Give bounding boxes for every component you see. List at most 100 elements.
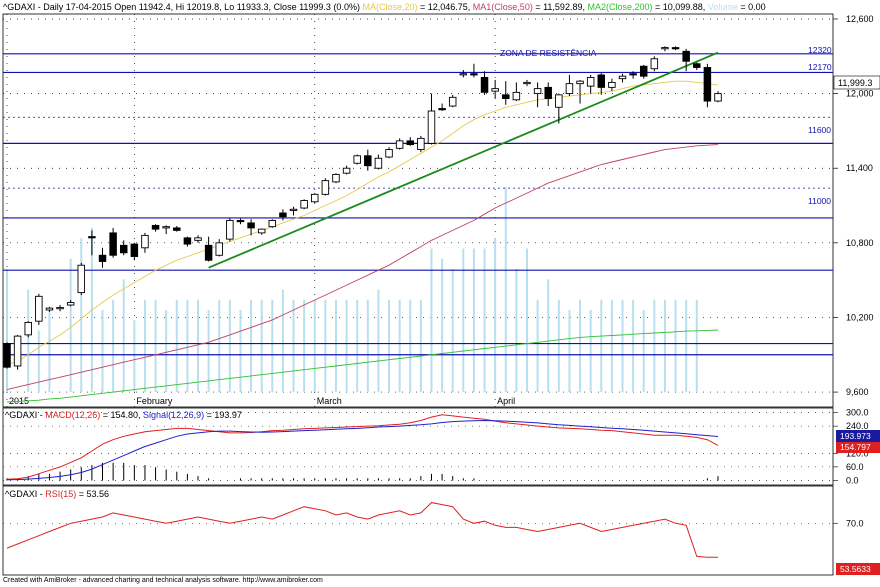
volume-bar — [409, 299, 412, 392]
volume-bar — [494, 238, 497, 392]
ma200-value: = 10,099.88, — [653, 2, 706, 12]
volume-bar — [313, 299, 316, 392]
rsi-y-tick-label: 70.0 — [846, 518, 864, 528]
volume-bar — [239, 310, 242, 392]
volume-value: = 0.00 — [738, 2, 766, 12]
candle-up — [523, 81, 531, 85]
macd-value: = 154.80, — [100, 410, 143, 420]
candle-down — [151, 224, 160, 230]
macd-y-tick-label: 60.0 — [846, 462, 864, 472]
macd-line — [6, 414, 719, 480]
volume-bar — [547, 279, 550, 392]
price-tag: 11,999.3 — [838, 78, 872, 88]
x-axis-label: February — [136, 396, 173, 406]
volume-bar — [632, 299, 635, 392]
volume-bar — [186, 299, 189, 392]
ma20-value: = 12,046.75, — [417, 2, 470, 12]
candle-down — [502, 94, 510, 100]
ma20-label: MA(Close,20) — [362, 2, 417, 12]
ma50-label: MA1(Close,50) — [473, 2, 533, 12]
candle-up — [448, 96, 457, 107]
volume-bar — [621, 299, 624, 392]
volume-bar — [133, 320, 136, 392]
price-y-tick-label: 12,600 — [846, 14, 874, 24]
candle-up — [512, 91, 521, 101]
candle-up — [162, 226, 170, 229]
volume-bar — [112, 299, 115, 392]
volume-bar — [579, 299, 582, 392]
candle-up — [608, 81, 616, 88]
volume-bar — [80, 238, 83, 392]
symbol-line: ^GDAXI - Daily 17-04-2015 Open 11942.4, … — [3, 2, 360, 12]
volume-bar — [101, 310, 104, 392]
volume-bar — [685, 299, 688, 392]
macd-y-tick-label: 240.0 — [846, 421, 869, 431]
candle-up — [661, 47, 669, 50]
resistance-zone-label: ZONA DE RESISTÊNCIA — [500, 48, 597, 58]
volume-bar — [27, 289, 30, 392]
candle-down — [130, 243, 139, 257]
candle-up — [417, 137, 425, 151]
volume-bar — [334, 299, 337, 392]
rsi-value: = 53.56 — [76, 489, 109, 499]
candle-up — [714, 93, 722, 102]
rsi-tag: 53.5633 — [840, 564, 871, 574]
candle-up — [565, 83, 574, 95]
volume-bar — [197, 299, 200, 392]
volume-bar — [610, 299, 613, 392]
candle-up — [311, 193, 319, 203]
macd-tag: 154.797 — [840, 442, 871, 452]
candle-down — [480, 76, 489, 93]
rsi-line — [6, 502, 719, 558]
volume-bar — [271, 299, 274, 392]
ma200-label: MA2(Close,200) — [587, 2, 652, 12]
candle-up — [342, 167, 351, 174]
ma50-value: = 11,592.89, — [533, 2, 585, 12]
macd-label: MACD(12,26) — [45, 410, 100, 420]
volume-bar — [165, 310, 168, 392]
candle-up — [35, 295, 43, 322]
candle-up — [650, 58, 659, 70]
candle-up — [533, 88, 542, 95]
candle-down — [183, 237, 192, 245]
candle-up — [215, 242, 223, 256]
volume-bar — [589, 310, 592, 392]
signal-value: = 193.97 — [204, 410, 242, 420]
price-y-tick-label: 11,400 — [846, 163, 873, 173]
candle-down — [629, 73, 637, 76]
volume-bar — [207, 310, 210, 392]
candle-up — [268, 219, 277, 228]
candle-up — [289, 208, 298, 211]
level-label-11000: 11000 — [808, 196, 831, 206]
volume-bar — [663, 299, 666, 392]
rsi-label: RSI(15) — [45, 489, 76, 499]
volume-bar — [122, 279, 125, 392]
candle-up — [141, 234, 149, 249]
price-header: ^GDAXI - Daily 17-04-2015 Open 11942.4, … — [3, 2, 766, 12]
candle-down — [671, 47, 680, 50]
candle-up — [374, 157, 383, 169]
volume-bar — [143, 299, 146, 392]
volume-bar — [377, 289, 380, 392]
volume-bar — [175, 299, 178, 392]
candle-down — [406, 140, 414, 146]
price-y-tick-label: 10,200 — [846, 312, 874, 322]
candle-up — [194, 237, 202, 241]
candle-down — [173, 227, 181, 231]
rsi-plot: 70.0 — [3, 502, 864, 558]
volume-bar — [218, 299, 221, 392]
candle-down — [682, 50, 690, 62]
candle-up — [385, 149, 393, 158]
volume-bar — [398, 299, 401, 392]
candle-up — [24, 321, 32, 336]
candle-up — [300, 200, 308, 209]
candle-up — [353, 155, 361, 164]
rsi-header: ^GDAXI - RSI(15) = 53.56 — [5, 489, 109, 499]
support-trendline — [208, 51, 719, 269]
volume-bar — [37, 330, 40, 392]
candle-up — [45, 307, 54, 311]
volume-bar — [303, 299, 306, 392]
signal-label: Signal(12,26,9) — [143, 410, 204, 420]
volume-bar — [260, 299, 263, 392]
volume-bar — [536, 299, 539, 392]
